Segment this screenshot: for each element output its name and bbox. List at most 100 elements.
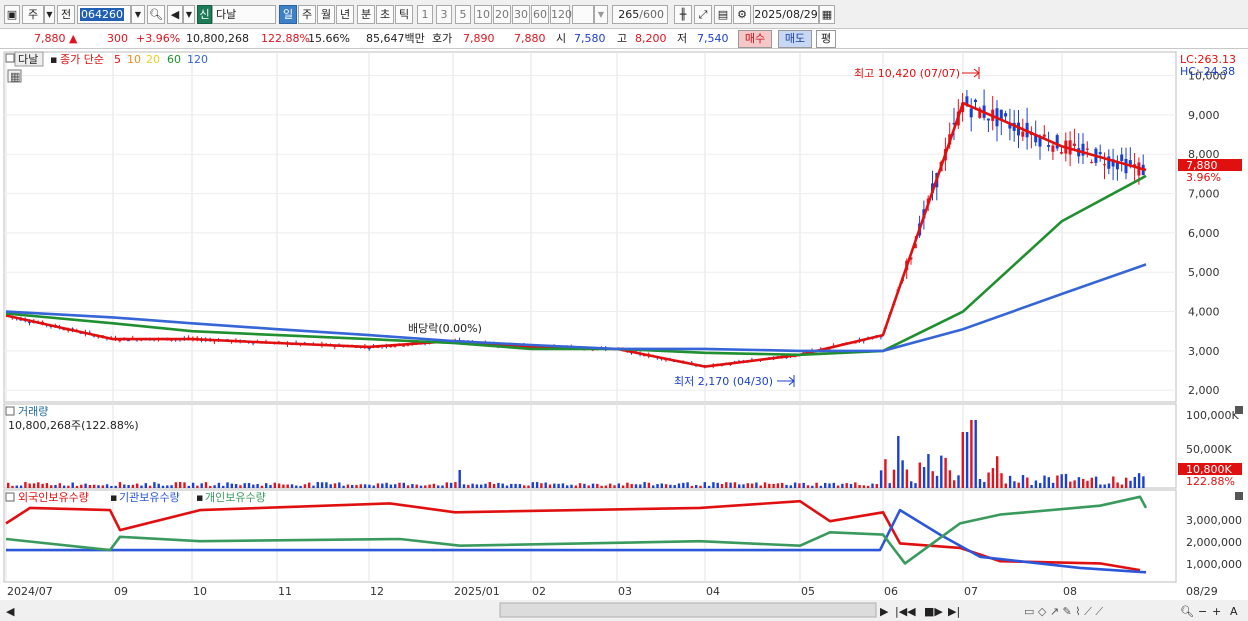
interval-60-button[interactable]: 60	[531, 5, 549, 24]
candle-body	[1055, 135, 1059, 149]
save-icon[interactable]: ▤	[714, 5, 732, 24]
volume-bar	[497, 482, 500, 488]
interval-10-button[interactable]: 10	[474, 5, 492, 24]
volume-bar	[209, 485, 212, 488]
volume-bar	[768, 483, 771, 488]
volume-bar	[1112, 476, 1115, 488]
draw-tools-icons[interactable]: ▭ ◇ ↗ ✎ ⌇ ⟋ ⟋	[1024, 605, 1103, 618]
volume-bar	[699, 485, 702, 488]
search-icon[interactable]: 🔍︎	[147, 5, 165, 24]
stock-name-field[interactable]: 다날	[212, 5, 276, 24]
candle-type-icon[interactable]: ╫	[674, 5, 692, 24]
period-tick-button[interactable]: 틱	[395, 5, 413, 24]
volume-bar	[1004, 483, 1007, 488]
volume-bar	[84, 483, 87, 488]
interval-1-button[interactable]: 1	[417, 5, 433, 24]
volume-bar	[41, 483, 44, 488]
volume-bar	[265, 483, 268, 488]
jeon-button[interactable]: 전	[57, 5, 75, 24]
go-last-icon[interactable]: ▶|	[948, 605, 960, 618]
candle-body	[1004, 113, 1008, 117]
candle-body	[1090, 162, 1094, 164]
scroll-right-icon[interactable]: ▶	[880, 605, 889, 618]
interval-dropdown-icon[interactable]: ▼	[594, 5, 608, 24]
count-field[interactable]: 265/600	[612, 5, 668, 24]
interval-custom-field[interactable]	[572, 5, 594, 24]
play-icon[interactable]: ■▶	[924, 605, 943, 618]
volume-bar	[148, 485, 152, 488]
volume-bar	[927, 454, 930, 488]
code-dropdown-icon[interactable]: ▼	[131, 5, 145, 24]
period-minute-button[interactable]: 분	[357, 5, 375, 24]
period-week-button[interactable]: 주	[298, 5, 316, 24]
volume-bar	[1099, 484, 1102, 488]
holdings-panel-close-icon[interactable]	[1235, 492, 1243, 500]
x-axis-label: 03	[618, 585, 632, 598]
period-year-button[interactable]: 년	[336, 5, 354, 24]
volume-bar	[372, 485, 375, 488]
volume-bar	[1008, 475, 1012, 488]
date-field[interactable]: 2025/08/29	[753, 5, 819, 24]
font-size-icon[interactable]: A	[1230, 605, 1238, 618]
volume-bar	[630, 484, 633, 488]
draw-tool-icon[interactable]: ⤢	[694, 5, 712, 24]
volume-bar	[953, 480, 956, 488]
interval-20-button[interactable]: 20	[493, 5, 511, 24]
volume-bar	[634, 484, 638, 488]
volume-bar	[789, 485, 792, 488]
volume-bar	[363, 484, 367, 488]
volume-bar	[222, 485, 225, 488]
volume-bar	[303, 484, 307, 488]
scroll-thumb[interactable]	[499, 602, 877, 618]
speaker-dropdown-icon[interactable]: ▼	[183, 5, 195, 24]
volume-bar	[845, 483, 848, 488]
volume-bar	[325, 482, 328, 488]
interval-120-button[interactable]: 120	[550, 5, 572, 24]
interval-5-button[interactable]: 5	[455, 5, 471, 24]
calendar-icon[interactable]: ▦	[819, 5, 835, 24]
period-day-button[interactable]: 일	[279, 5, 297, 24]
zoom-out-icon[interactable]: −	[1198, 605, 1207, 618]
scroll-left-icon[interactable]: ◀	[6, 605, 15, 618]
volume-bar	[510, 483, 513, 488]
volume-bar	[905, 469, 909, 488]
period-second-button[interactable]: 초	[376, 5, 394, 24]
period-month-button[interactable]: 월	[317, 5, 335, 24]
market-dropdown-icon[interactable]: ▼	[44, 5, 55, 24]
evaluate-button[interactable]: 평	[816, 30, 836, 48]
volume-bar	[157, 483, 160, 488]
speaker-icon[interactable]: ◀	[167, 5, 183, 24]
volume-bar	[1082, 478, 1085, 488]
x-axis-label: 09	[114, 585, 128, 598]
volume-bar	[978, 479, 982, 488]
volume-value-label: 10,800,268주(122.88%)	[8, 419, 139, 432]
zoom-icon[interactable]: 🔍︎	[1180, 605, 1194, 618]
volume-bar	[381, 483, 384, 488]
market-select[interactable]: 주	[22, 5, 44, 24]
low-label: 저	[677, 32, 688, 45]
zoom-in-icon[interactable]: +	[1212, 605, 1221, 618]
code-input[interactable]: 064260	[77, 5, 131, 24]
stock-chart[interactable]: 10,0009,0008,0007,0006,0005,0004,0003,00…	[0, 49, 1248, 621]
code-value: 064260	[80, 8, 124, 21]
volume-bar	[252, 484, 255, 488]
interval-30-button[interactable]: 30	[512, 5, 530, 24]
volume-bar	[24, 482, 27, 488]
settings-gear-icon[interactable]: ⚙	[733, 5, 751, 24]
ma-legend-20: 20	[146, 53, 160, 66]
volume-bar	[897, 436, 900, 488]
buy-button[interactable]: 매수	[738, 30, 772, 48]
layout-icon[interactable]: ▣	[4, 5, 20, 24]
volume-bar	[910, 481, 913, 488]
price-y-tick: 7,000	[1188, 188, 1220, 201]
volume-bar	[424, 485, 427, 488]
volume-panel-close-icon[interactable]	[1235, 406, 1243, 414]
volume-bar	[712, 482, 715, 488]
volume-bar	[93, 484, 96, 488]
go-first-icon[interactable]: |◀◀	[895, 605, 916, 618]
x-axis-label: 07	[964, 585, 978, 598]
volume-bar	[961, 432, 964, 488]
interval-3-button[interactable]: 3	[436, 5, 452, 24]
volume-bar	[974, 420, 977, 488]
sell-button[interactable]: 매도	[778, 30, 812, 48]
